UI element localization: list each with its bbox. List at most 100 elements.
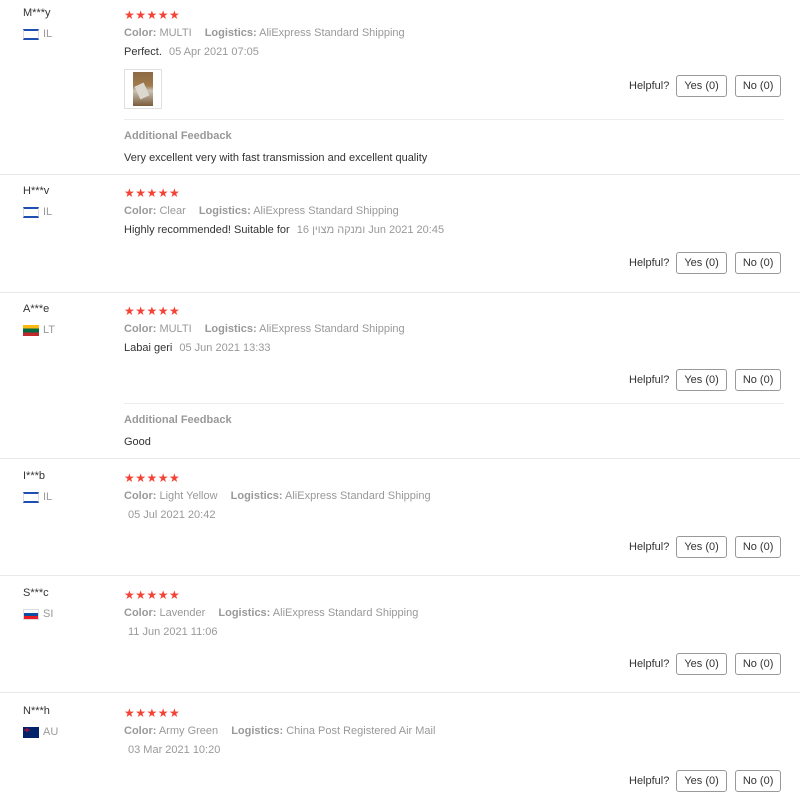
logistics-label: Logistics:	[204, 27, 257, 39]
helpful-yes-button[interactable]: Yes (0)	[676, 536, 727, 558]
country-code: IL	[43, 206, 53, 218]
review-content: 05 Jul 2021 20:42	[124, 509, 215, 521]
star-rating: ★★★★★	[124, 471, 181, 485]
country-code: SI	[43, 608, 54, 620]
helpful-yes-button[interactable]: Yes (0)	[676, 770, 727, 792]
logistics-value: AliExpress Standard Shipping	[259, 323, 405, 335]
helpful-vote: Helpful? Yes (0) No (0)	[629, 536, 782, 558]
logistics-label: Logistics:	[204, 323, 257, 335]
review-attributes: Color: Army Green Logistics: China Post …	[124, 725, 435, 737]
helpful-yes-button[interactable]: Yes (0)	[676, 369, 727, 391]
additional-feedback-title: Additional Feedback	[124, 414, 232, 426]
logistics-value: AliExpress Standard Shipping	[259, 27, 405, 39]
review-divider	[0, 692, 800, 693]
review-attributes: Color: Light Yellow Logistics: AliExpres…	[124, 490, 431, 502]
logistics-label: Logistics:	[218, 607, 271, 619]
helpful-label: Helpful?	[629, 541, 670, 553]
star-rating: ★★★★★	[124, 588, 181, 602]
logistics-label: Logistics:	[231, 725, 284, 737]
helpful-yes-button[interactable]: Yes (0)	[676, 653, 727, 675]
reviewer-country: IL	[23, 206, 52, 218]
review-divider	[0, 292, 800, 293]
review-date: 05 Jun 2021 13:33	[179, 342, 271, 354]
logistics-value: AliExpress Standard Shipping	[272, 607, 419, 619]
star-rating: ★★★★★	[124, 186, 181, 200]
helpful-no-button[interactable]: No (0)	[734, 653, 782, 675]
review-content: Labai geri 05 Jun 2021 13:33	[124, 342, 271, 354]
reviewer-name: I***b	[23, 470, 46, 482]
reviewer-country: IL	[23, 28, 52, 40]
country-code: IL	[43, 491, 53, 503]
flag-lithuania-icon	[23, 324, 39, 336]
review-item: I***b IL ★★★★★ Color: Light Yellow Logis…	[0, 463, 800, 575]
helpful-no-button[interactable]: No (0)	[734, 770, 782, 792]
helpful-no-button[interactable]: No (0)	[734, 536, 782, 558]
color-label: Color:	[124, 490, 157, 502]
color-value: MULTI	[159, 323, 192, 335]
review-date: 05 Jul 2021 20:42	[128, 509, 216, 521]
flag-israel-icon	[23, 28, 39, 40]
helpful-vote: Helpful? Yes (0) No (0)	[629, 770, 782, 792]
helpful-label: Helpful?	[629, 775, 670, 787]
color-label: Color:	[124, 725, 157, 737]
color-value: MULTI	[159, 27, 192, 39]
color-value: Light Yellow	[159, 490, 218, 502]
helpful-label: Helpful?	[629, 658, 670, 670]
helpful-label: Helpful?	[629, 374, 670, 386]
review-content: Highly recommended! Suitable for 16 ומנק…	[124, 224, 444, 236]
reviewer-name: N***h	[23, 705, 50, 717]
review-date: 11 Jun 2021 11:06	[128, 626, 218, 638]
color-label: Color:	[124, 205, 157, 217]
reviewer-country: IL	[23, 491, 52, 503]
flag-slovenia-icon	[23, 608, 39, 620]
color-label: Color:	[124, 323, 157, 335]
review-content: Perfect. 05 Apr 2021 07:05	[124, 46, 259, 58]
logistics-label: Logistics:	[198, 205, 251, 217]
review-attributes: Color: MULTI Logistics: AliExpress Stand…	[124, 323, 405, 335]
review-item: N***h AU ★★★★★ Color: Army Green Logisti…	[0, 698, 800, 800]
helpful-yes-button[interactable]: Yes (0)	[676, 252, 727, 274]
review-photo-thumbnail[interactable]	[124, 69, 162, 109]
review-item: M***y IL ★★★★★ Color: MULTI Logistics: A…	[0, 0, 800, 174]
star-rating: ★★★★★	[124, 8, 181, 22]
review-date: 03 Mar 2021 10:20	[128, 744, 221, 756]
review-date: 16 ומנקה מצוין Jun 2021 20:45	[296, 224, 445, 236]
color-label: Color:	[124, 607, 157, 619]
helpful-vote: Helpful? Yes (0) No (0)	[629, 252, 782, 274]
review-content: 11 Jun 2021 11:06	[124, 626, 218, 638]
logistics-label: Logistics:	[230, 490, 283, 502]
country-code: LT	[43, 324, 56, 336]
helpful-no-button[interactable]: No (0)	[734, 252, 782, 274]
flag-israel-icon	[23, 491, 39, 503]
logistics-value: AliExpress Standard Shipping	[285, 490, 431, 502]
helpful-vote: Helpful? Yes (0) No (0)	[629, 369, 782, 391]
helpful-label: Helpful?	[629, 80, 670, 92]
reviewer-name: M***y	[23, 7, 51, 19]
review-text: Highly recommended! Suitable for	[124, 224, 290, 236]
flag-israel-icon	[23, 206, 39, 218]
review-content: 03 Mar 2021 10:20	[124, 744, 220, 756]
country-code: AU	[43, 726, 59, 738]
review-attributes: Color: Clear Logistics: AliExpress Stand…	[124, 205, 399, 217]
review-divider	[0, 575, 800, 576]
review-divider	[0, 458, 800, 459]
flag-australia-icon	[23, 726, 39, 738]
reviewer-country: LT	[23, 324, 55, 336]
feedback-divider	[124, 119, 784, 120]
reviewer-name: S***c	[23, 587, 49, 599]
review-text: Labai geri	[124, 342, 173, 354]
helpful-no-button[interactable]: No (0)	[734, 75, 782, 97]
color-value: Clear	[159, 205, 186, 217]
helpful-yes-button[interactable]: Yes (0)	[676, 75, 727, 97]
color-label: Color:	[124, 27, 157, 39]
review-date: 05 Apr 2021 07:05	[168, 46, 259, 58]
review-item: A***e LT ★★★★★ Color: MULTI Logistics: A…	[0, 296, 800, 458]
reviewer-name: H***v	[23, 185, 50, 197]
additional-feedback-title: Additional Feedback	[124, 130, 232, 142]
helpful-no-button[interactable]: No (0)	[734, 369, 782, 391]
reviewer-country: AU	[23, 726, 58, 738]
review-item: H***v IL ★★★★★ Color: Clear Logistics: A…	[0, 178, 800, 292]
helpful-vote: Helpful? Yes (0) No (0)	[629, 75, 782, 97]
helpful-label: Helpful?	[629, 257, 670, 269]
review-divider	[0, 174, 800, 175]
